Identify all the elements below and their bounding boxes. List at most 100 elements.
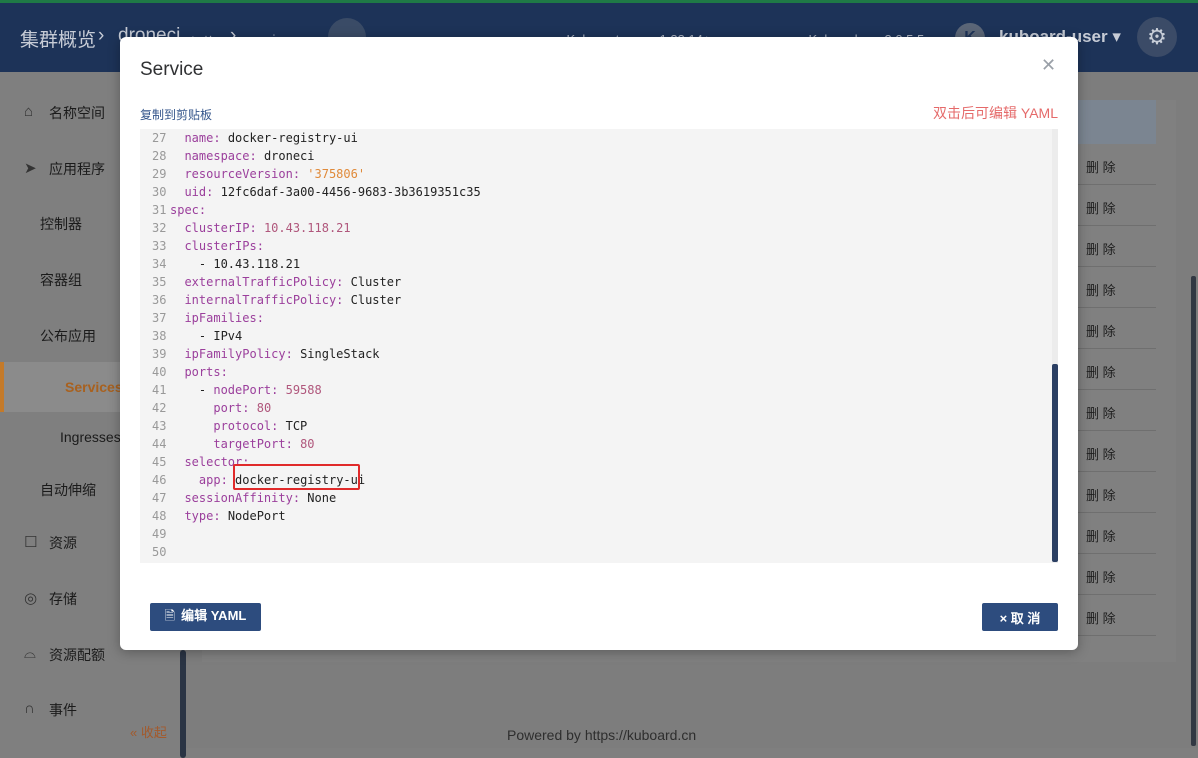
yaml-key: app bbox=[198, 473, 221, 487]
table-row-divider bbox=[1070, 430, 1156, 431]
copy-to-clipboard-link[interactable]: 复制到剪贴板 bbox=[140, 106, 212, 123]
table-row-divider bbox=[1070, 635, 1156, 636]
table-row-divider bbox=[1070, 307, 1156, 308]
yaml-line: 28 namespace: droneci bbox=[140, 147, 315, 165]
breadcrumb-root[interactable]: 集群概览 bbox=[20, 25, 96, 52]
yaml-line: 50 bbox=[140, 543, 170, 561]
yaml-value: 10.43.118.21 bbox=[263, 221, 351, 235]
yaml-line: 35 externalTrafficPolicy: Cluster bbox=[140, 273, 401, 291]
yaml-key: uid bbox=[184, 185, 207, 199]
sidebar-collapse-button[interactable]: « 收起 bbox=[130, 722, 167, 741]
breadcrumb-separator-icon: › bbox=[98, 25, 105, 46]
yaml-line: 43 protocol: TCP bbox=[140, 417, 307, 435]
yaml-editor[interactable]: 27 name: docker-registry-ui 28 namespace:… bbox=[140, 129, 1058, 563]
table-row-divider bbox=[1070, 184, 1156, 185]
table-row-divider bbox=[1070, 225, 1156, 226]
yaml-indent bbox=[170, 419, 213, 433]
yaml-key: ports bbox=[184, 365, 221, 379]
yaml-key: clusterIPs bbox=[184, 239, 257, 253]
yaml-indent bbox=[170, 473, 199, 487]
dialog-title: Service bbox=[140, 59, 204, 80]
send-icon: ➤ bbox=[24, 160, 37, 177]
line-number: 30 bbox=[152, 185, 167, 199]
yaml-line: 36 internalTrafficPolicy: Cluster bbox=[140, 291, 401, 309]
yaml-indent bbox=[170, 437, 213, 451]
yaml-line: 49 bbox=[140, 525, 170, 543]
line-number: 38 bbox=[152, 329, 167, 343]
yaml-line: 33 clusterIPs: bbox=[140, 237, 271, 255]
quota-icon: ⌓ bbox=[24, 645, 36, 662]
table-row-divider bbox=[1070, 348, 1156, 349]
yaml-line: 30 uid: 12fc6daf-3a00-4456-9683-3b361935… bbox=[140, 183, 481, 201]
table-header bbox=[1070, 100, 1156, 144]
yaml-indent: - bbox=[170, 383, 214, 397]
yaml-value: IPv4 bbox=[213, 329, 243, 343]
edit-icon: 🗎 bbox=[164, 608, 176, 623]
database-icon: ◎ bbox=[24, 590, 38, 607]
cancel-button[interactable]: × 取 消 bbox=[982, 603, 1058, 631]
delete-button[interactable]: 删 除 bbox=[1086, 444, 1116, 463]
line-number: 31 bbox=[152, 203, 167, 217]
line-number: 39 bbox=[152, 347, 167, 361]
delete-button[interactable]: 删 除 bbox=[1086, 608, 1116, 627]
yaml-indent bbox=[170, 275, 184, 289]
nodeport-highlight-box bbox=[233, 464, 360, 490]
delete-button[interactable]: 删 除 bbox=[1086, 526, 1116, 545]
table-row-divider bbox=[1070, 266, 1156, 267]
yaml-line: 40 ports: bbox=[140, 363, 235, 381]
yaml-key: sessionAffinity bbox=[184, 491, 293, 505]
yaml-key: protocol bbox=[213, 419, 272, 433]
home-icon: ⌂ bbox=[24, 103, 34, 120]
yaml-line: 38 - IPv4 bbox=[140, 327, 242, 345]
yaml-indent bbox=[170, 293, 184, 307]
line-number: 46 bbox=[152, 473, 167, 487]
delete-button[interactable]: 删 除 bbox=[1086, 198, 1116, 217]
yaml-key: internalTrafficPolicy bbox=[184, 293, 337, 307]
yaml-line: 37 ipFamilies: bbox=[140, 309, 271, 327]
line-number: 42 bbox=[152, 401, 167, 415]
yaml-indent: - bbox=[170, 257, 214, 271]
yaml-indent bbox=[170, 149, 184, 163]
line-number: 37 bbox=[152, 311, 167, 325]
delete-button[interactable]: 删 除 bbox=[1086, 239, 1116, 258]
delete-button[interactable]: 删 除 bbox=[1086, 157, 1116, 176]
close-icon[interactable]: ✕ bbox=[1041, 55, 1056, 76]
table-row-divider bbox=[1070, 553, 1156, 554]
yaml-line: 31 spec: bbox=[140, 201, 213, 219]
yaml-key: name bbox=[184, 131, 214, 145]
delete-button[interactable]: 删 除 bbox=[1086, 567, 1116, 586]
page-scrollbar[interactable] bbox=[1191, 276, 1196, 746]
delete-button[interactable]: 删 除 bbox=[1086, 321, 1116, 340]
table-row-divider bbox=[1070, 512, 1156, 513]
yaml-key: spec bbox=[170, 203, 199, 217]
line-number: 34 bbox=[152, 257, 167, 271]
yaml-line: 32 clusterIP: 10.43.118.21 bbox=[140, 219, 351, 237]
line-number: 35 bbox=[152, 275, 167, 289]
delete-button[interactable]: 删 除 bbox=[1086, 362, 1116, 381]
yaml-key: ipFamilyPolicy bbox=[184, 347, 286, 361]
yaml-line: 27 name: docker-registry-ui bbox=[140, 129, 358, 147]
yaml-indent bbox=[170, 365, 184, 379]
delete-button[interactable]: 删 除 bbox=[1086, 485, 1116, 504]
delete-button[interactable]: 删 除 bbox=[1086, 280, 1116, 299]
delete-button[interactable]: 删 除 bbox=[1086, 403, 1116, 422]
yaml-value: 59588 bbox=[285, 383, 322, 397]
gear-icon[interactable]: ⚙ bbox=[1137, 17, 1177, 57]
edit-yaml-button[interactable]: 🗎 编辑 YAML bbox=[150, 603, 261, 631]
yaml-value: 10.43.118.21 bbox=[213, 257, 301, 271]
yaml-key: clusterIP bbox=[184, 221, 250, 235]
yaml-value: Cluster bbox=[350, 293, 402, 307]
yaml-key: externalTrafficPolicy bbox=[184, 275, 337, 289]
table-row-divider bbox=[1070, 389, 1156, 390]
yaml-line: 44 targetPort: 80 bbox=[140, 435, 315, 453]
line-number: 45 bbox=[152, 455, 167, 469]
yaml-line: 42 port: 80 bbox=[140, 399, 271, 417]
bell-icon: ∩ bbox=[24, 700, 35, 717]
editor-scrollbar[interactable] bbox=[1052, 364, 1058, 562]
yaml-indent bbox=[170, 347, 184, 361]
yaml-indent bbox=[170, 491, 184, 505]
yaml-value: '375806' bbox=[307, 167, 366, 181]
yaml-indent bbox=[170, 221, 184, 235]
yaml-indent bbox=[170, 401, 213, 415]
yaml-indent bbox=[170, 239, 184, 253]
